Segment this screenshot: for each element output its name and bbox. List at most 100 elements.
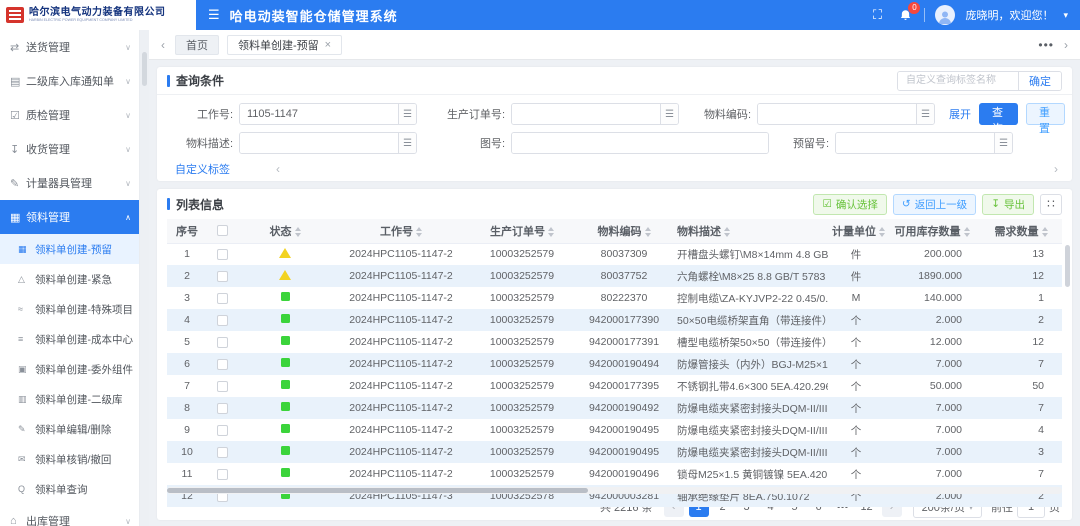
list-select-icon[interactable]: ☰ — [660, 104, 678, 124]
sidebar-subitem-urgent[interactable]: △ 领料单创建-紧急 — [0, 264, 139, 294]
list-select-icon[interactable]: ☰ — [994, 133, 1012, 153]
list-select-icon[interactable]: ☰ — [398, 104, 416, 124]
divider — [924, 8, 925, 22]
list-select-icon[interactable]: ☰ — [398, 133, 416, 153]
sidebar-item-outbound[interactable]: ⌂ 出库管理 ∨ — [0, 504, 139, 526]
close-icon[interactable]: × — [325, 39, 331, 51]
material-desc-input[interactable] — [240, 133, 398, 153]
table-row[interactable]: 7 2024HPC1105-1147-2 10003252579 9420001… — [167, 375, 1062, 397]
row-checkbox[interactable] — [217, 337, 228, 348]
sort-icon[interactable] — [964, 227, 970, 237]
back-level-button[interactable]: ↺返回上一级 — [893, 194, 976, 215]
cell-stock: 7.000 — [884, 397, 980, 419]
sidebar-scrollbar[interactable] — [140, 30, 149, 526]
table-row[interactable]: 2 2024HPC1105-1147-2 10003252579 8003775… — [167, 265, 1062, 287]
row-checkbox[interactable] — [217, 403, 228, 414]
table-row[interactable]: 10 2024HPC1105-1147-2 10003252579 942000… — [167, 441, 1062, 463]
col-desc: 物料描述 — [673, 219, 828, 243]
custom-tag-link[interactable]: 自定义标签 — [175, 161, 230, 177]
writeoff-icon: ✉ — [18, 454, 30, 465]
sidebar-item-quality[interactable]: ☑ 质检管理 ∨ — [0, 98, 139, 132]
sidebar-item-notice[interactable]: ▤ 二级库入库通知单 ∨ — [0, 64, 139, 98]
sort-icon[interactable] — [295, 227, 301, 237]
row-checkbox[interactable] — [217, 315, 228, 326]
export-button[interactable]: ↧导出 — [982, 194, 1034, 215]
sort-icon[interactable] — [724, 227, 730, 237]
search-icon: Q — [18, 484, 30, 494]
custom-tag-name-input[interactable] — [898, 72, 1018, 90]
cell-unit: 个 — [828, 463, 884, 485]
sidebar-subitem-outsource[interactable]: ▣ 领料单创建-委外组件 — [0, 354, 139, 384]
user-greeting[interactable]: 庞晓明，欢迎您！ — [965, 7, 1053, 23]
cell-code: 80037309 — [575, 243, 673, 265]
chevron-down-icon[interactable]: ▾ — [1063, 10, 1068, 21]
sidebar-item-delivery[interactable]: ⇄ 送货管理 ∨ — [0, 30, 139, 64]
sidebar-subitem-edit[interactable]: ✎ 领料单编辑/删除 — [0, 414, 139, 444]
prod-order-input[interactable] — [512, 104, 660, 124]
row-checkbox[interactable] — [217, 249, 228, 260]
tabs-more-icon[interactable]: ••• — [1038, 38, 1054, 52]
material-code-input[interactable] — [758, 104, 916, 124]
sidebar-subitem-search[interactable]: Q 领料单查询 — [0, 474, 139, 504]
confirm-select-button[interactable]: ☑确认选择 — [813, 194, 886, 215]
sidebar-item-material[interactable]: ▦ 领料管理 ∧ — [0, 200, 139, 234]
row-checkbox[interactable] — [217, 469, 228, 480]
sidebar-item-receive[interactable]: ↧ 收货管理 ∨ — [0, 132, 139, 166]
fullscreen-icon[interactable]: ⛶ — [868, 6, 886, 24]
sort-icon[interactable] — [1042, 227, 1048, 237]
table-row[interactable]: 9 2024HPC1105-1147-2 10003252579 9420001… — [167, 419, 1062, 441]
expand-link[interactable]: 展开 — [949, 106, 971, 122]
select-all-checkbox[interactable] — [217, 225, 228, 236]
scrollbar-thumb[interactable] — [167, 488, 588, 493]
menu-collapse-icon[interactable]: ☰ — [208, 7, 220, 23]
table-vertical-scrollbar[interactable] — [1065, 245, 1070, 287]
tab-label: 首页 — [186, 37, 208, 53]
row-checkbox[interactable] — [217, 447, 228, 458]
row-checkbox[interactable] — [217, 359, 228, 370]
tab-1[interactable]: 领料单创建-预留 × — [227, 35, 342, 55]
reset-button[interactable]: 重置 — [1026, 103, 1065, 125]
sort-icon[interactable] — [645, 227, 651, 237]
sort-icon[interactable] — [548, 227, 554, 237]
table-row[interactable]: 1 2024HPC1105-1147-2 10003252579 8003730… — [167, 243, 1062, 265]
sidebar-subitem-secondary[interactable]: ▥ 领料单创建-二级库 — [0, 384, 139, 414]
tab-0[interactable]: 首页 — [175, 35, 219, 55]
table-row[interactable]: 3 2024HPC1105-1147-2 10003252579 8022237… — [167, 287, 1062, 309]
sort-icon[interactable] — [416, 227, 422, 237]
table-horizontal-scrollbar[interactable] — [167, 487, 1062, 494]
sidebar-item-measure[interactable]: ✎ 计量器具管理 ∨ — [0, 166, 139, 200]
tags-scroll-right-icon[interactable]: › — [1054, 162, 1058, 176]
search-button[interactable]: 查询 — [979, 103, 1018, 125]
row-checkbox[interactable] — [217, 293, 228, 304]
table-row[interactable]: 6 2024HPC1105-1147-2 10003252579 9420001… — [167, 353, 1062, 375]
row-checkbox[interactable] — [217, 271, 228, 282]
row-checkbox[interactable] — [217, 425, 228, 436]
sort-icon[interactable] — [879, 227, 885, 237]
notification-bell-icon[interactable]: 0 — [896, 6, 914, 24]
tab-label: 领料单创建-预留 — [238, 37, 319, 53]
table-row[interactable]: 5 2024HPC1105-1147-2 10003252579 9420001… — [167, 331, 1062, 353]
tabs-scroll-right-icon[interactable]: › — [1062, 38, 1070, 52]
sidebar-subitem-writeoff[interactable]: ✉ 领料单核销/撤回 — [0, 444, 139, 474]
row-checkbox[interactable] — [217, 381, 228, 392]
tags-scroll-left-icon[interactable]: ‹ — [276, 162, 280, 176]
sidebar-subitem-label: 领料单创建-二级库 — [35, 392, 123, 407]
sidebar-subitem-reserve[interactable]: ▦ 领料单创建-预留 — [0, 234, 139, 264]
table-row[interactable]: 8 2024HPC1105-1147-2 10003252579 9420001… — [167, 397, 1062, 419]
table-row[interactable]: 11 2024HPC1105-1147-2 10003252579 942000… — [167, 463, 1062, 485]
avatar[interactable] — [935, 5, 955, 25]
col-unit: 计量单位 — [828, 219, 884, 243]
drawing-no-label: 图号: — [417, 135, 505, 151]
confirm-tag-button[interactable]: 确定 — [1018, 72, 1061, 90]
list-section-title: 列表信息 — [167, 196, 224, 213]
column-settings-icon[interactable]: ∷ — [1040, 194, 1062, 215]
work-no-input[interactable] — [240, 104, 398, 124]
reserve-no-input[interactable] — [836, 133, 994, 153]
list-select-icon[interactable]: ☰ — [916, 104, 934, 124]
table-row[interactable]: 4 2024HPC1105-1147-2 10003252579 9420001… — [167, 309, 1062, 331]
sidebar-subitem-special[interactable]: ≈ 领料单创建-特殊项目 — [0, 294, 139, 324]
scrollbar-thumb[interactable] — [142, 52, 147, 86]
drawing-no-input[interactable] — [512, 133, 768, 153]
tabs-scroll-left-icon[interactable]: ‹ — [159, 38, 167, 52]
sidebar-subitem-cost[interactable]: ≡ 领料单创建-成本中心 — [0, 324, 139, 354]
